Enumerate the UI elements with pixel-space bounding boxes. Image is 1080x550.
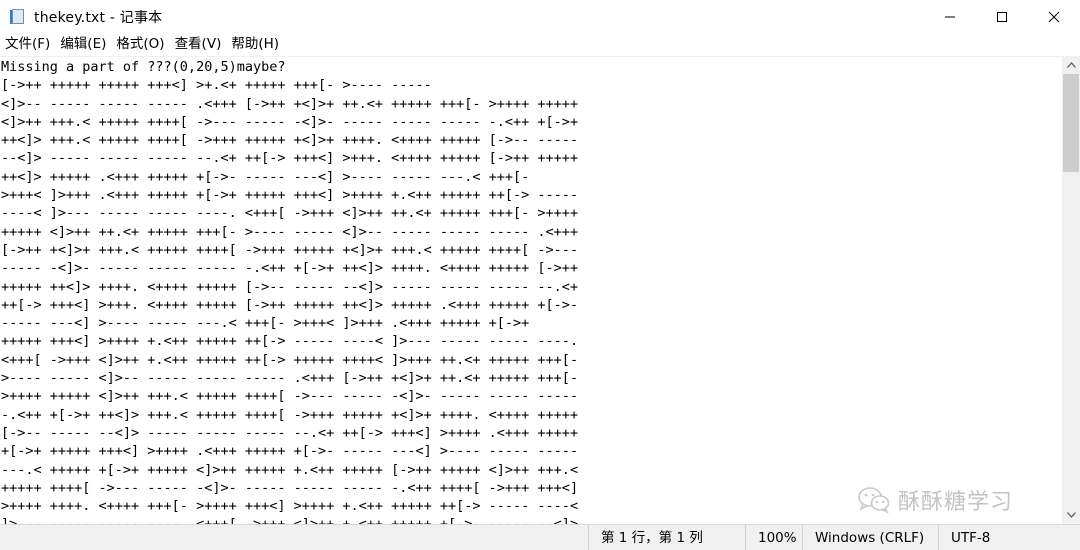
maximize-icon xyxy=(997,11,1007,22)
text-line: [->++ +<]>+ +++.< +++++ ++++[ ->+++ ++++… xyxy=(1,241,579,258)
text-line: -.<++ +[->+ ++<]> +++.< +++++ ++++[ ->++… xyxy=(1,406,579,423)
status-zoom: 100% xyxy=(745,525,802,550)
watermark-text: 酥酥糖学习 xyxy=(898,490,1014,515)
text-line: ---.< +++++ +[->+ +++++ <]>++ +++++ +.<+… xyxy=(1,461,579,478)
menu-file[interactable]: 文件(F) xyxy=(0,33,55,56)
editor-content[interactable]: Missing a part of ???(0,20,5)maybe? [->++… xyxy=(0,57,1062,524)
scroll-down-button[interactable] xyxy=(1062,506,1080,524)
text-line: >+++< ]>+++ .<+++ +++++ +[->+ +++++ +++<… xyxy=(1,187,579,204)
wechat-icon xyxy=(858,487,890,514)
text-line: --<]> ----- ----- ----- --.<+ ++[-> +++<… xyxy=(1,150,579,167)
scroll-thumb[interactable] xyxy=(1063,74,1079,172)
status-line-ending: Windows (CRLF) xyxy=(802,525,938,550)
status-bar: 第 1 行，第 1 列 100% Windows (CRLF) UTF-8 xyxy=(0,524,1080,550)
minimize-button[interactable] xyxy=(924,0,976,33)
text-line: ++<]> +++++ .<+++ +++++ +[->- ----- ---<… xyxy=(1,168,530,185)
text-line: ----- ---<] >---- ----- ---.< +++[- >+++… xyxy=(1,315,530,332)
text-line: +[->+ +++++ +++<] >++++ .<+++ +++++ +[->… xyxy=(1,443,579,460)
text-line: ----- -<]>- ----- ----- ----- -.<++ +[->… xyxy=(1,260,579,277)
scroll-up-button[interactable] xyxy=(1062,56,1080,74)
menu-bar: 文件(F) 编辑(E) 格式(O) 查看(V) 帮助(H) xyxy=(0,33,1080,56)
watermark: 酥酥糖学习 xyxy=(858,484,1013,516)
text-line: <]>++ +++.< +++++ ++++[ ->--- ----- -<]>… xyxy=(1,113,579,130)
status-cursor-position: 第 1 行，第 1 列 xyxy=(588,525,745,550)
vertical-scrollbar[interactable] xyxy=(1062,56,1080,524)
maximize-button[interactable] xyxy=(976,0,1028,33)
text-line: >++++ +++++ <]>++ +++.< +++++ ++++[ ->--… xyxy=(1,388,579,405)
text-editor[interactable]: Missing a part of ???(0,20,5)maybe? [->++… xyxy=(0,56,1062,524)
window-controls xyxy=(924,0,1080,33)
status-encoding: UTF-8 xyxy=(938,525,1080,550)
scroll-up-arrow-icon xyxy=(1066,62,1076,68)
text-line: <]>-- ----- ----- ----- .<+++ [->++ +<]>… xyxy=(1,95,579,112)
text-line: [->++ +++++ +++++ +++<] >+.<+ +++++ +++[… xyxy=(1,77,432,94)
notepad-icon xyxy=(10,8,26,26)
scroll-down-arrow-icon xyxy=(1066,512,1076,518)
window-title: thekey.txt - 记事本 xyxy=(34,9,163,26)
menu-help[interactable]: 帮助(H) xyxy=(226,33,284,56)
text-line: <+++[ ->+++ <]>++ +.<++ +++++ ++[-> ++++… xyxy=(1,351,579,368)
text-line: +++++ +++<] >++++ +.<++ +++++ ++[-> ----… xyxy=(1,333,579,350)
close-icon xyxy=(1048,11,1060,22)
menu-view[interactable]: 查看(V) xyxy=(170,33,227,56)
text-line: Missing a part of ???(0,20,5)maybe? xyxy=(1,59,286,75)
text-line: [->-- ----- --<]> ----- ----- ----- --.<… xyxy=(1,424,579,441)
text-line: +++++ ++<]> ++++. <++++ +++++ [->-- ----… xyxy=(1,278,579,295)
menu-format[interactable]: 格式(O) xyxy=(111,33,169,56)
text-line: ++[-> +++<] >+++. <++++ +++++ [->++ ++++… xyxy=(1,296,579,313)
close-button[interactable] xyxy=(1028,0,1080,33)
text-line: ----< ]>--- ----- ----- ----. <+++[ ->++… xyxy=(1,205,579,222)
text-line: ++<]> +++.< +++++ ++++[ ->+++ +++++ +<]>… xyxy=(1,132,579,149)
text-line: ]>--- ----- ----- ----. <+++[ ->+++ <]>+… xyxy=(1,515,1062,524)
text-line: +++++ <]>++ ++.<+ +++++ +++[- >---- ----… xyxy=(1,223,579,240)
text-line: >---- ----- <]>-- ----- ----- ----- .<++… xyxy=(1,370,579,387)
menu-edit[interactable]: 编辑(E) xyxy=(55,33,111,56)
minimize-icon xyxy=(945,16,955,17)
title-bar[interactable]: thekey.txt - 记事本 xyxy=(0,0,1080,33)
